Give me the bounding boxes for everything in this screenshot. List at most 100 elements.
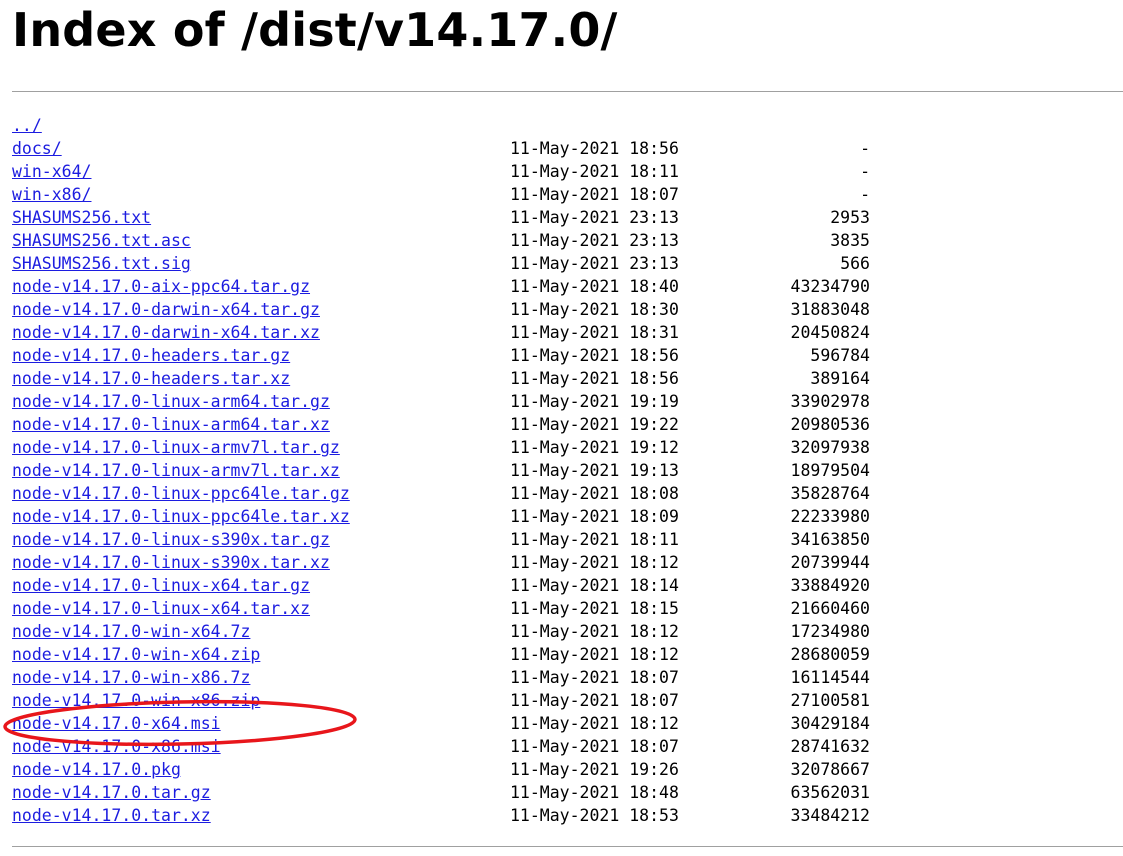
file-row: node-v14.17.0.pkg 11-May-2021 19:26 320786… (12, 758, 1112, 781)
file-link[interactable]: node-v14.17.0-linux-ppc64le.tar.xz (12, 505, 350, 528)
file-link[interactable]: docs/ (12, 137, 62, 160)
file-date: 11-May-2021 23:13 (510, 254, 679, 273)
file-link[interactable]: node-v14.17.0-linux-s390x.tar.gz (12, 528, 330, 551)
file-size: 20739944 (790, 553, 870, 572)
file-size: 16114544 (790, 668, 870, 687)
file-link[interactable]: node-v14.17.0-linux-x64.tar.xz (12, 597, 310, 620)
file-link[interactable]: node-v14.17.0-linux-s390x.tar.xz (12, 551, 330, 574)
file-row: node-v14.17.0-linux-s390x.tar.gz 11-May-2… (12, 528, 1112, 551)
file-size: 34163850 (790, 530, 870, 549)
file-size: 389164 (810, 369, 870, 388)
file-size: 20980536 (790, 415, 870, 434)
file-size: 33484212 (790, 806, 870, 825)
file-row: node-v14.17.0-darwin-x64.tar.xz 11-May-20… (12, 321, 1112, 344)
file-row: node-v14.17.0-headers.tar.xz 11-May-2021 … (12, 367, 1112, 390)
file-row: node-v14.17.0-linux-x64.tar.gz 11-May-202… (12, 574, 1112, 597)
file-date: 11-May-2021 19:19 (510, 392, 679, 411)
file-date: 11-May-2021 18:07 (510, 691, 679, 710)
file-size: 21660460 (790, 599, 870, 618)
file-row: node-v14.17.0-darwin-x64.tar.gz 11-May-20… (12, 298, 1112, 321)
file-size: 28680059 (790, 645, 870, 664)
file-link[interactable]: SHASUMS256.txt.asc (12, 229, 191, 252)
file-date: 11-May-2021 18:11 (510, 162, 679, 181)
file-link[interactable]: node-v14.17.0-win-x86.zip (12, 689, 260, 712)
file-link[interactable]: ../ (12, 114, 42, 137)
file-size: 63562031 (790, 783, 870, 802)
file-size: - (860, 185, 870, 204)
file-size: 43234790 (790, 277, 870, 296)
file-row: node-v14.17.0-linux-arm64.tar.xz 11-May-2… (12, 413, 1112, 436)
file-link[interactable]: node-v14.17.0-headers.tar.gz (12, 344, 290, 367)
file-size: 32078667 (790, 760, 870, 779)
file-link[interactable]: node-v14.17.0-win-x86.7z (12, 666, 250, 689)
file-row: node-v14.17.0-linux-armv7l.tar.gz 11-May-… (12, 436, 1112, 459)
page-title: Index of /dist/v14.17.0/ (12, 3, 618, 57)
file-link[interactable]: win-x64/ (12, 160, 91, 183)
file-date: 11-May-2021 23:13 (510, 208, 679, 227)
file-link[interactable]: node-v14.17.0-darwin-x64.tar.gz (12, 298, 320, 321)
file-link[interactable]: node-v14.17.0.pkg (12, 758, 181, 781)
file-link[interactable]: win-x86/ (12, 183, 91, 206)
file-row: SHASUMS256.txt.sig 11-May-2021 23:13 566 (12, 252, 1112, 275)
top-divider (12, 91, 1123, 92)
file-date: 11-May-2021 18:56 (510, 346, 679, 365)
file-link[interactable]: node-v14.17.0-linux-armv7l.tar.xz (12, 459, 340, 482)
file-size: 32097938 (790, 438, 870, 457)
file-size: 28741632 (790, 737, 870, 756)
file-size: 27100581 (790, 691, 870, 710)
file-row: node-v14.17.0-headers.tar.gz 11-May-2021 … (12, 344, 1112, 367)
file-link[interactable]: node-v14.17.0-aix-ppc64.tar.gz (12, 275, 310, 298)
file-row: node-v14.17.0.tar.xz 11-May-2021 18:53 334… (12, 804, 1112, 827)
file-link[interactable]: node-v14.17.0-linux-armv7l.tar.gz (12, 436, 340, 459)
file-date: 11-May-2021 18:53 (510, 806, 679, 825)
file-row: node-v14.17.0-x86.msi 11-May-2021 18:07 28… (12, 735, 1112, 758)
file-size: - (860, 162, 870, 181)
file-date: 11-May-2021 18:30 (510, 300, 679, 319)
file-size: 18979504 (790, 461, 870, 480)
file-row: node-v14.17.0-linux-ppc64le.tar.xz 11-May… (12, 505, 1112, 528)
file-link[interactable]: node-v14.17.0-x86.msi (12, 735, 221, 758)
file-date: 11-May-2021 18:07 (510, 737, 679, 756)
file-size: 2953 (830, 208, 870, 227)
file-size: 33884920 (790, 576, 870, 595)
file-date: 11-May-2021 18:14 (510, 576, 679, 595)
file-date: 11-May-2021 19:26 (510, 760, 679, 779)
file-link[interactable]: node-v14.17.0-linux-x64.tar.gz (12, 574, 310, 597)
file-link[interactable]: node-v14.17.0-win-x64.zip (12, 643, 260, 666)
file-link[interactable]: node-v14.17.0-win-x64.7z (12, 620, 250, 643)
file-row: node-v14.17.0-win-x86.zip 11-May-2021 18:… (12, 689, 1112, 712)
file-row: node-v14.17.0-x64.msi 11-May-2021 18:12 30… (12, 712, 1112, 735)
file-link[interactable]: SHASUMS256.txt (12, 206, 151, 229)
file-row: node-v14.17.0-aix-ppc64.tar.gz 11-May-202… (12, 275, 1112, 298)
file-size: - (860, 139, 870, 158)
file-link[interactable]: node-v14.17.0.tar.xz (12, 804, 211, 827)
file-date: 11-May-2021 18:12 (510, 645, 679, 664)
file-link[interactable]: node-v14.17.0-x64.msi (12, 712, 221, 735)
file-link[interactable]: node-v14.17.0.tar.gz (12, 781, 211, 804)
file-link[interactable]: node-v14.17.0-linux-arm64.tar.gz (12, 390, 330, 413)
file-size: 3835 (830, 231, 870, 250)
file-row: node-v14.17.0-win-x86.7z 11-May-2021 18:0… (12, 666, 1112, 689)
file-size: 31883048 (790, 300, 870, 319)
file-row: node-v14.17.0-linux-ppc64le.tar.gz 11-May… (12, 482, 1112, 505)
file-row: SHASUMS256.txt 11-May-2021 23:13 2953 (12, 206, 1112, 229)
file-row: docs/11-May-2021 18:56 - (12, 137, 1112, 160)
file-date: 11-May-2021 18:09 (510, 507, 679, 526)
file-size: 20450824 (790, 323, 870, 342)
file-size: 596784 (810, 346, 870, 365)
file-date: 11-May-2021 18:56 (510, 369, 679, 388)
file-row: node-v14.17.0-win-x64.7z 11-May-2021 18:1… (12, 620, 1112, 643)
file-link[interactable]: node-v14.17.0-linux-arm64.tar.xz (12, 413, 330, 436)
file-listing: ../docs/11-May-2021 18:56- win-x64/11-May… (12, 114, 1112, 827)
file-link[interactable]: node-v14.17.0-darwin-x64.tar.xz (12, 321, 320, 344)
file-date: 11-May-2021 18:08 (510, 484, 679, 503)
file-row: SHASUMS256.txt.asc 11-May-2021 23:13 3835 (12, 229, 1112, 252)
file-row: win-x86/11-May-2021 18:07 - (12, 183, 1112, 206)
file-date: 11-May-2021 18:07 (510, 668, 679, 687)
file-link[interactable]: node-v14.17.0-headers.tar.xz (12, 367, 290, 390)
file-date: 11-May-2021 19:22 (510, 415, 679, 434)
file-link[interactable]: SHASUMS256.txt.sig (12, 252, 191, 275)
file-link[interactable]: node-v14.17.0-linux-ppc64le.tar.gz (12, 482, 350, 505)
file-date: 11-May-2021 18:11 (510, 530, 679, 549)
file-size: 22233980 (790, 507, 870, 526)
